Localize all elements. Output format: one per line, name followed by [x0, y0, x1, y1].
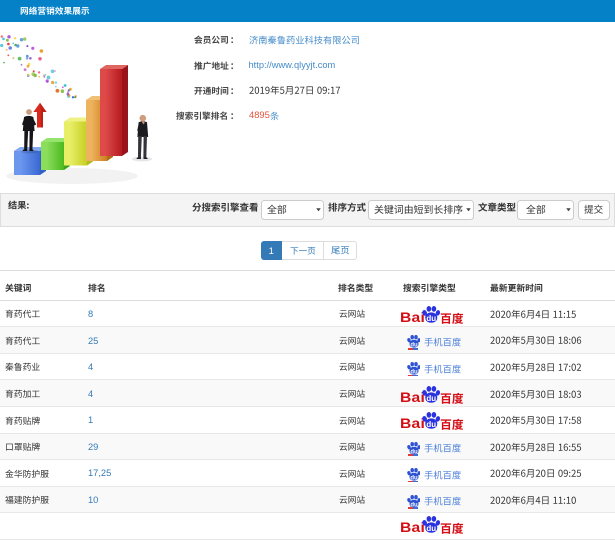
svg-text:du: du [427, 420, 437, 429]
svg-text:du: du [427, 314, 437, 323]
svg-text:du: du [427, 524, 437, 533]
svg-text:du: du [427, 394, 437, 403]
